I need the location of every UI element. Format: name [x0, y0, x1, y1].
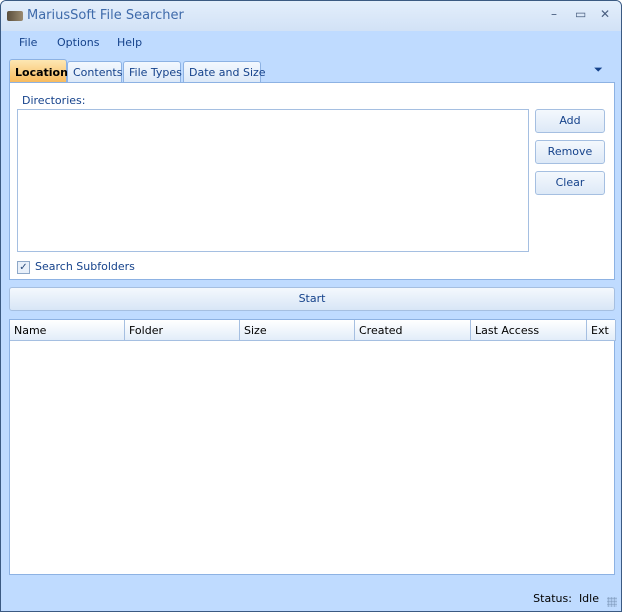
status-bar: Status: Idle — [533, 592, 599, 605]
menu-help[interactable]: Help — [117, 36, 142, 49]
start-button[interactable]: Start — [9, 287, 615, 311]
directories-list[interactable] — [17, 109, 529, 252]
clear-button[interactable]: Clear — [535, 171, 605, 195]
tab-contents[interactable]: Contents — [67, 61, 122, 83]
menu-bar: File Options Help — [1, 36, 621, 56]
title-bar: MariusSoft File Searcher – ▭ ✕ — [1, 1, 621, 31]
tab-file-types[interactable]: File Types — [123, 61, 182, 83]
search-subfolders-checkbox[interactable]: ✓ — [17, 261, 30, 274]
tab-overflow-icon[interactable]: ⏷ — [594, 63, 603, 77]
remove-button[interactable]: Remove — [535, 140, 605, 164]
minimize-button[interactable]: – — [551, 7, 557, 21]
results-table[interactable]: Name Folder Size Created Last Access Ext — [9, 319, 616, 575]
column-header-ext[interactable]: Ext — [587, 320, 616, 341]
column-header-size[interactable]: Size — [240, 320, 355, 341]
status-value: Idle — [578, 592, 599, 605]
search-subfolders-label: Search Subfolders — [35, 260, 135, 273]
column-header-name[interactable]: Name — [10, 320, 125, 341]
add-button[interactable]: Add — [535, 109, 605, 133]
column-header-created[interactable]: Created — [355, 320, 471, 341]
directories-label: Directories: — [22, 94, 86, 107]
maximize-button[interactable]: ▭ — [575, 7, 586, 21]
tab-date-and-size[interactable]: Date and Size — [183, 61, 266, 83]
app-icon — [7, 11, 23, 21]
close-button[interactable]: ✕ — [600, 7, 610, 21]
status-label: Status: — [533, 592, 572, 605]
column-header-folder[interactable]: Folder — [125, 320, 240, 341]
window-title: MariusSoft File Searcher — [27, 8, 184, 23]
main-window: MariusSoft File Searcher – ▭ ✕ File Opti… — [0, 0, 622, 612]
menu-options[interactable]: Options — [57, 36, 99, 49]
menu-file[interactable]: File — [19, 36, 37, 49]
tab-location[interactable]: Location — [9, 59, 68, 83]
resize-grip-icon[interactable] — [607, 597, 617, 607]
column-header-last-access[interactable]: Last Access — [471, 320, 587, 341]
